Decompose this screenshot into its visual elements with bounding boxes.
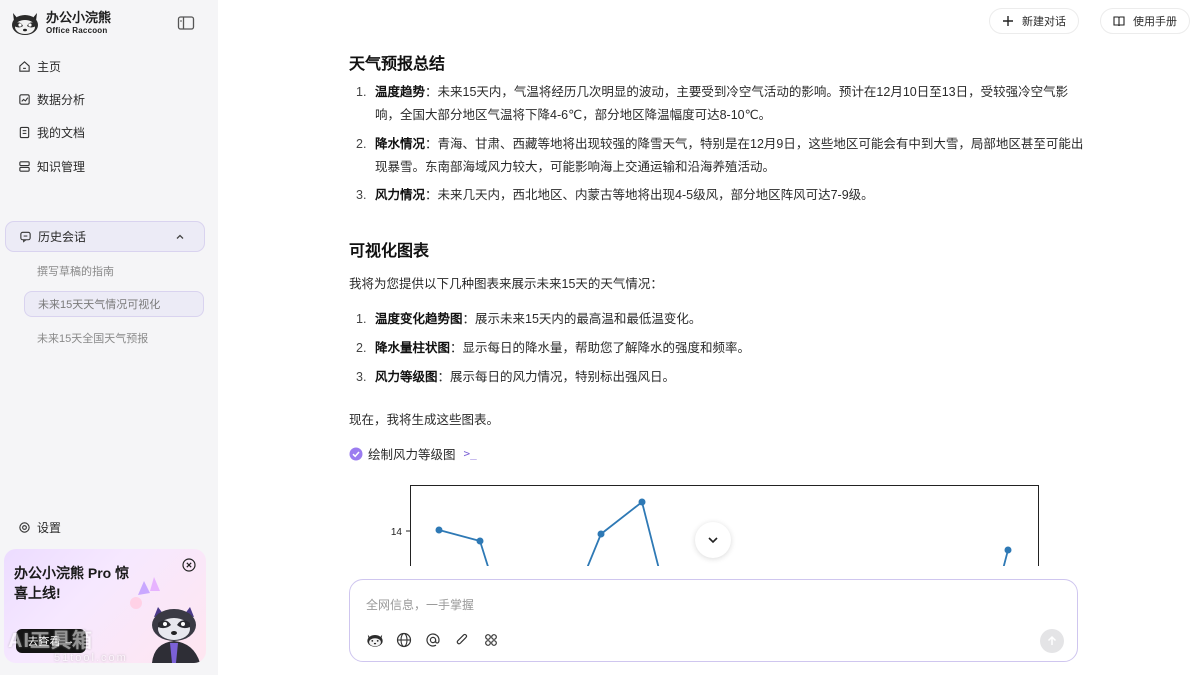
data-point <box>1004 546 1012 554</box>
send-button[interactable] <box>1040 629 1064 653</box>
arrow-up-icon <box>1047 635 1057 645</box>
composer <box>349 579 1078 662</box>
tool-call-step[interactable]: 绘制风力等级图 >_ <box>349 444 477 463</box>
sidebar-item-label: 知识管理 <box>37 159 86 174</box>
list-item: 3. 风力等级图：展示每日的风力情况，特别标出强风日。 <box>356 370 676 384</box>
brand-subtitle: Office Raccoon <box>46 25 108 35</box>
list-item-text: ：展示每日的风力情况，特别标出强风日。 <box>437 370 676 384</box>
sidebar: 办公小浣熊 Office Raccoon 主页 数据分析 我的文档 知识管理 历… <box>0 0 218 675</box>
data-point <box>476 537 484 545</box>
sidebar-item-label: 数据分析 <box>37 92 86 107</box>
y-tick-label: 14 <box>391 527 403 538</box>
list-item-text: ：未来几天内，西北地区、内蒙古等地将出现4-5级风，部分地区阵风可达7-9级。 <box>425 188 874 202</box>
tool-call-label: 绘制风力等级图 <box>368 448 456 462</box>
data-point <box>435 526 443 534</box>
section-title-summary: 天气预报总结 <box>349 56 446 73</box>
list-item: 2. 降水情况：青海、甘肃、西藏等地将出现较强的降雪天气，特别是在12月9日，这… <box>356 137 1084 174</box>
close-icon[interactable] <box>182 558 196 572</box>
brand-name: 办公小浣熊 <box>46 9 112 25</box>
raccoon-mode-icon[interactable] <box>366 631 384 649</box>
book-icon <box>1113 16 1125 27</box>
section-title-charts: 可视化图表 <box>349 243 430 260</box>
history-item[interactable]: 未来15天全国天气预报 <box>24 325 204 351</box>
raccoon-mascot-icon <box>130 577 200 663</box>
sidebar-item-home[interactable]: 主页 <box>18 56 61 76</box>
history-item[interactable]: 撰写草稿的指南 <box>24 258 204 284</box>
sidebar-item-my-documents[interactable]: 我的文档 <box>18 122 85 142</box>
data-point <box>638 498 646 506</box>
brand[interactable]: 办公小浣熊 Office Raccoon <box>10 9 111 37</box>
list-item-text: ：展示未来15天内的最高温和最低温变化。 <box>462 312 702 326</box>
gear-icon <box>19 522 30 533</box>
chart-icon <box>19 93 30 105</box>
manual-label: 使用手册 <box>1133 16 1177 28</box>
series-line-mid <box>586 500 660 566</box>
settings-button[interactable]: 设置 <box>18 519 61 536</box>
list-item-bold: 温度趋势 <box>375 85 426 99</box>
composer-tools <box>366 631 511 649</box>
history-label: 历史会话 <box>38 230 87 244</box>
closing-text: 现在，我将生成这些图表。 <box>349 413 500 427</box>
list-item-bold: 温度变化趋势图 <box>375 312 463 326</box>
section-intro: 我将为您提供以下几种图表来展示未来15天的天气情况： <box>349 277 663 291</box>
scroll-down-button[interactable] <box>695 522 731 558</box>
list-item-text: ：未来15天内，气温将经历几次明显的波动，主要受到冷空气活动的影响。预计在12月… <box>375 85 1069 122</box>
sidebar-toggle-icon[interactable] <box>177 15 195 31</box>
manual-button[interactable]: 使用手册 <box>1100 8 1190 34</box>
list-item: 2. 降水量柱状图：显示每日的降水量，帮助您了解降水的强度和频率。 <box>356 341 751 355</box>
watermark-text: AI工具箱 <box>8 630 93 652</box>
list-item: 1. 温度变化趋势图：展示未来15天内的最高温和最低温变化。 <box>356 312 702 326</box>
list-item-text: ：显示每日的降水量，帮助您了解降水的强度和频率。 <box>450 341 751 355</box>
knowledge-icon <box>19 160 30 172</box>
list-item-bold: 降水情况 <box>375 137 426 151</box>
sidebar-item-label: 我的文档 <box>37 125 86 140</box>
list-item: 1. 温度趋势：未来15天内，气温将经历几次明显的波动，主要受到冷空气活动的影响… <box>356 85 1069 122</box>
chevron-up-icon <box>176 234 184 239</box>
watermark-url: 51tool.com <box>54 652 128 664</box>
check-circle-icon <box>349 447 363 460</box>
history-item-active[interactable]: 未来15天天气情况可视化 <box>24 291 204 317</box>
settings-label: 设置 <box>37 521 62 535</box>
raccoon-logo-icon <box>12 13 38 35</box>
at-mention-icon[interactable] <box>424 631 442 649</box>
globe-icon[interactable] <box>395 631 413 649</box>
history-toggle[interactable]: 历史会话 <box>5 221 205 252</box>
list-item-bold: 风力等级图 <box>375 370 438 384</box>
paperclip-icon[interactable] <box>453 631 471 649</box>
sidebar-item-data-analysis[interactable]: 数据分析 <box>18 89 85 109</box>
data-point <box>597 530 605 538</box>
list-item: 3. 风力情况：未来几天内，西北地区、内蒙古等地将出现4-5级风，部分地区阵风可… <box>356 188 874 202</box>
watermark: AI工具箱 51tool.com <box>8 624 126 664</box>
list-item-bold: 风力情况 <box>375 188 426 202</box>
terminal-icon[interactable]: >_ <box>464 447 477 460</box>
list-item-text: ：青海、甘肃、西藏等地将出现较强的降雪天气，特别是在12月9日，这些地区可能会有… <box>375 137 1084 174</box>
plugins-icon[interactable] <box>482 631 500 649</box>
series-line-left <box>438 529 489 566</box>
home-icon <box>19 60 30 72</box>
sidebar-item-label: 主页 <box>37 59 62 74</box>
document-icon <box>19 126 30 138</box>
chat-input[interactable] <box>366 598 1046 612</box>
chevron-down-icon <box>708 537 718 544</box>
sidebar-item-knowledge[interactable]: 知识管理 <box>18 156 85 176</box>
chat-history-icon <box>20 231 31 243</box>
list-item-bold: 降水量柱状图 <box>375 341 451 355</box>
